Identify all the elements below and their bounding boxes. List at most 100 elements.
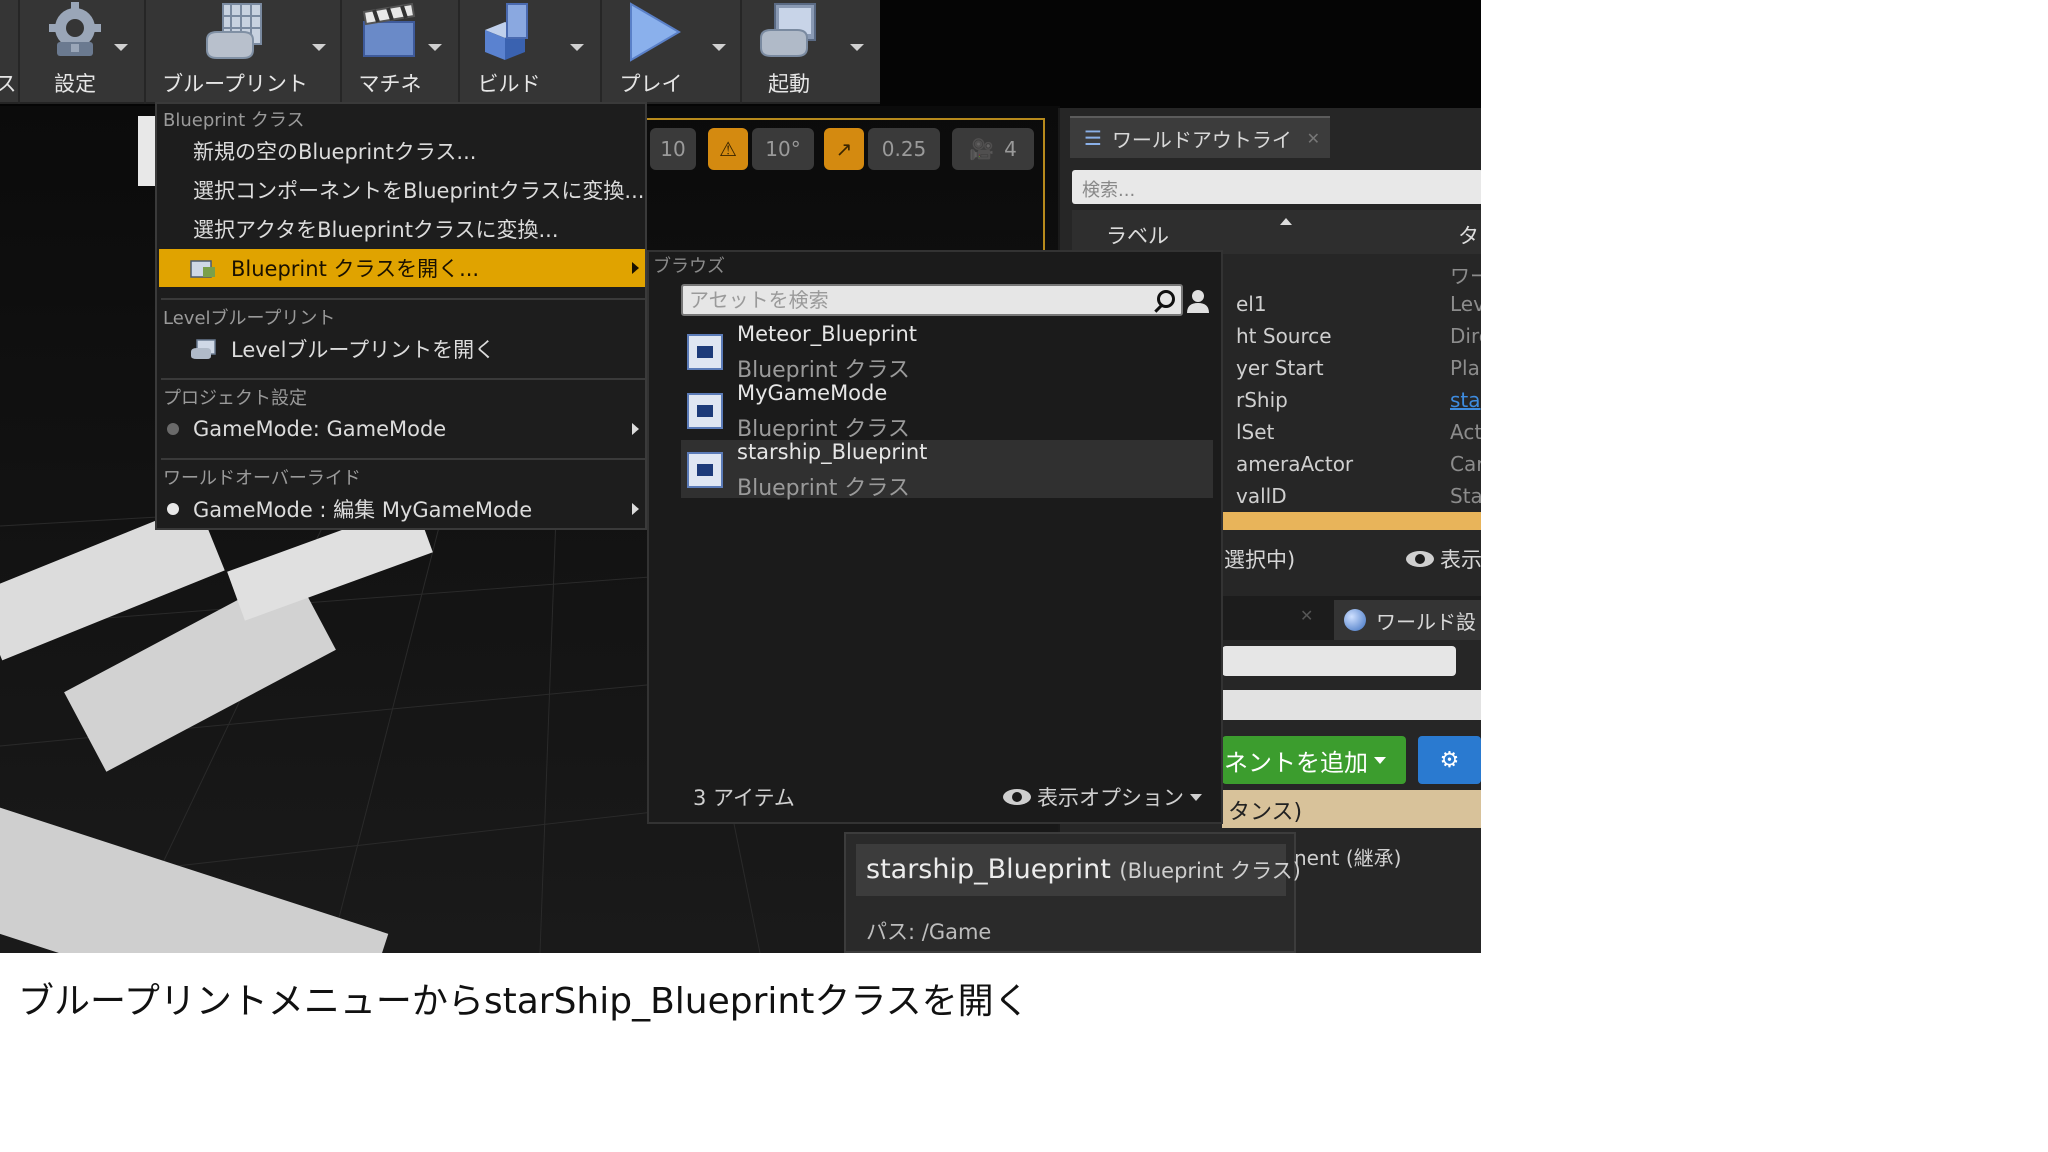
build-blocks-icon bbox=[485, 3, 528, 60]
asset-item-meteor-blueprint[interactable]: Meteor_Blueprint Blueprint クラス bbox=[681, 322, 1213, 383]
view-options-button[interactable]: 表示オプション bbox=[1003, 782, 1202, 812]
settings-dropdown-caret[interactable] bbox=[114, 44, 128, 51]
view-options-button[interactable]: 表示 bbox=[1406, 544, 1481, 574]
blueprint-open-icon bbox=[190, 260, 215, 278]
blueprint-icon bbox=[206, 3, 262, 59]
eye-icon bbox=[1003, 789, 1031, 805]
world-gamemode-item[interactable]: GameMode : 編集 MyGameMode bbox=[159, 490, 645, 528]
blueprint-thumbnail-icon bbox=[687, 334, 723, 370]
outliner-status-bar: 選択中) 表示 bbox=[1222, 538, 1481, 578]
row-label: rShip bbox=[1236, 388, 1288, 412]
grid-snap-chip[interactable]: 10 bbox=[650, 128, 696, 170]
asset-search-input[interactable] bbox=[689, 288, 1129, 312]
user-filter-icon[interactable] bbox=[1185, 288, 1211, 314]
matinee-button[interactable]: マチネ bbox=[346, 0, 434, 104]
asset-item-mygamemode[interactable]: MyGameMode Blueprint クラス bbox=[681, 381, 1213, 442]
open-blueprint-class-item[interactable]: Blueprint クラスを開く... bbox=[159, 249, 645, 287]
outliner-selected-row[interactable] bbox=[1222, 512, 1481, 530]
launch-button[interactable]: 起動 bbox=[744, 0, 834, 104]
blueprints-label: ブループリント bbox=[162, 72, 308, 96]
scale-snap-chip[interactable]: 0.25 bbox=[868, 128, 940, 170]
convert-component-to-blueprint-item[interactable]: 選択コンポーネントをBlueprintクラスに変換... bbox=[159, 171, 645, 209]
blueprints-dropdown-caret[interactable] bbox=[312, 44, 326, 51]
globe-icon bbox=[1344, 609, 1366, 631]
details-search-input[interactable] bbox=[1222, 646, 1456, 676]
convert-actor-to-blueprint-item[interactable]: 選択アクタをBlueprintクラスに変換... bbox=[159, 210, 645, 248]
build-dropdown-caret[interactable] bbox=[570, 44, 584, 51]
toolbar-separator bbox=[18, 0, 20, 104]
menu-item-label: 新規の空のBlueprintクラス... bbox=[193, 140, 477, 164]
play-dropdown-caret[interactable] bbox=[712, 44, 726, 51]
rotation-snap-icon[interactable]: ⚠ bbox=[708, 128, 748, 170]
asset-type: Blueprint クラス bbox=[737, 358, 910, 383]
column-type-header[interactable]: タ bbox=[1458, 220, 1479, 250]
asset-type: Blueprint クラス bbox=[737, 476, 910, 501]
outliner-search-input[interactable]: 検索... bbox=[1072, 170, 1481, 204]
chevron-down-icon bbox=[1374, 756, 1386, 764]
row-type-link[interactable]: sta bbox=[1450, 388, 1481, 412]
menu-item-label: GameMode : 編集 MyGameMode bbox=[193, 498, 533, 522]
matinee-dropdown-caret[interactable] bbox=[428, 44, 442, 51]
view-options-label: 表示 bbox=[1440, 548, 1481, 572]
tooltip-class-text: (Blueprint クラス) bbox=[1119, 859, 1301, 883]
launch-dropdown-caret[interactable] bbox=[850, 44, 864, 51]
menu-item-label: 選択アクタをBlueprintクラスに変換... bbox=[193, 218, 559, 242]
bullet-icon bbox=[167, 423, 179, 435]
row-type: Dire bbox=[1450, 324, 1481, 348]
inherited-component-row[interactable]: nent (継承) bbox=[1294, 842, 1401, 871]
asset-search-box[interactable] bbox=[681, 284, 1183, 316]
add-component-button[interactable]: ネントを追加 bbox=[1222, 736, 1406, 784]
blueprints-dropdown-menu: Blueprint クラス 新規の空のBlueprintクラス... 選択コンポ… bbox=[155, 102, 647, 530]
menu-item-label: Levelブループリントを開く bbox=[231, 338, 496, 362]
play-button[interactable]: プレイ bbox=[606, 0, 696, 104]
open-level-blueprint-item[interactable]: Levelブループリントを開く bbox=[159, 330, 645, 368]
column-label-header[interactable]: ラベル bbox=[1106, 220, 1169, 250]
main-toolbar: ス 設定 ブループリント マチネ ビルド プレイ 起動 bbox=[0, 0, 880, 104]
scale-snap-icon[interactable]: ↗ bbox=[824, 128, 864, 170]
gamemode-thumbnail-icon bbox=[687, 393, 723, 429]
blueprint-thumbnail-icon bbox=[687, 452, 723, 488]
section-blueprint-class: Blueprint クラス bbox=[163, 110, 305, 131]
menu-divider bbox=[161, 298, 645, 300]
menu-divider bbox=[161, 458, 645, 460]
editor-screenshot: 10 ⚠ 10° ↗ 0.25 🎥 4 ス 設定 ブループリント マチネ ビルド… bbox=[0, 0, 1481, 953]
world-outliner-tab-label: ワールドアウトライ bbox=[1111, 127, 1292, 152]
search-icon[interactable] bbox=[1157, 290, 1175, 308]
component-instance-row[interactable]: タンス) bbox=[1222, 790, 1481, 828]
world-settings-tab[interactable]: ワールド設 bbox=[1334, 600, 1481, 640]
asset-item-starship-blueprint[interactable]: starship_Blueprint Blueprint クラス bbox=[681, 440, 1213, 501]
menu-item-label: Blueprint クラスを開く... bbox=[231, 257, 480, 281]
tooltip-asset-name: starship_Blueprint (Blueprint クラス) bbox=[866, 854, 1301, 885]
menu-item-label: GameMode: GameMode bbox=[193, 417, 447, 441]
settings-button[interactable]: 設定 bbox=[30, 0, 120, 104]
toolbar-separator bbox=[144, 0, 146, 104]
asset-tooltip: starship_Blueprint (Blueprint クラス) パス: /… bbox=[844, 832, 1301, 953]
close-icon[interactable]: ✕ bbox=[1307, 129, 1320, 148]
blueprint-script-button[interactable]: ⚙ bbox=[1418, 736, 1481, 784]
toolbar-partial-button[interactable]: ス bbox=[0, 0, 17, 104]
row-type: Act bbox=[1450, 420, 1481, 444]
asset-type: Blueprint クラス bbox=[737, 417, 910, 442]
build-button[interactable]: ビルド bbox=[464, 0, 554, 104]
item-count: 3 アイテム bbox=[693, 786, 795, 810]
blueprint-class-browser: ブラウズ Meteor_Blueprint Blueprint クラス MyGa… bbox=[647, 250, 1223, 824]
play-icon bbox=[630, 2, 681, 62]
row-label: el1 bbox=[1236, 292, 1267, 316]
blueprints-button[interactable]: ブループリント bbox=[150, 0, 320, 104]
new-empty-blueprint-class-item[interactable]: 新規の空のBlueprintクラス... bbox=[159, 132, 645, 170]
asset-name: Meteor_Blueprint bbox=[737, 322, 917, 346]
world-outliner-tab[interactable]: ☰ ワールドアウトライ ✕ bbox=[1070, 116, 1330, 158]
asset-name: starship_Blueprint bbox=[737, 440, 928, 464]
close-icon[interactable]: ✕ bbox=[1300, 606, 1313, 625]
row-type: Lev bbox=[1450, 292, 1481, 316]
section-level-blueprint: Levelブループリント bbox=[163, 308, 336, 329]
camera-icon: 🎥 bbox=[969, 137, 995, 161]
camera-speed-chip[interactable]: 🎥 4 bbox=[952, 128, 1034, 170]
world-settings-tab-label: ワールド設 bbox=[1376, 609, 1476, 634]
project-gamemode-item[interactable]: GameMode: GameMode bbox=[159, 410, 645, 448]
rotation-snap-chip[interactable]: 10° bbox=[752, 128, 814, 170]
add-component-label: ネントを追加 bbox=[1224, 748, 1368, 777]
submenu-arrow-icon bbox=[632, 423, 639, 435]
browser-title: ブラウズ bbox=[653, 256, 725, 277]
launch-device-icon bbox=[760, 3, 816, 57]
